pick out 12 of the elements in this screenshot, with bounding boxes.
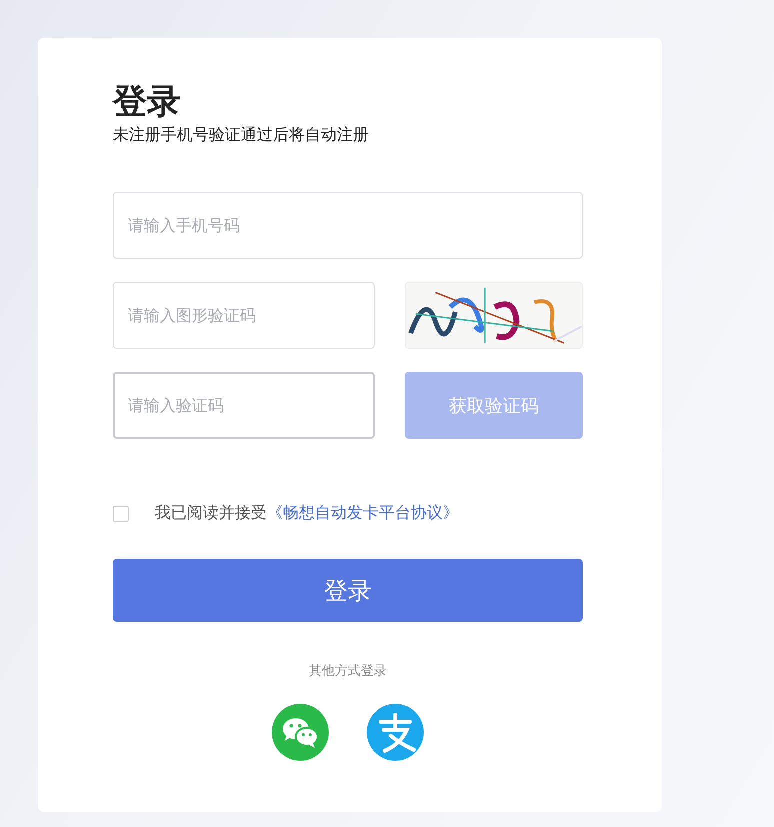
agreement-link[interactable]: 《畅想自动发卡平台协议》 [267, 503, 459, 522]
subtitle: 未注册手机号验证通过后将自动注册 [113, 124, 369, 146]
checkbox[interactable] [113, 506, 129, 522]
chat-bubbles-icon[interactable] [272, 704, 329, 761]
other-login-label: 其他方式登录 [309, 663, 387, 680]
agreement-text: 我已阅读并接受《畅想自动发卡平台协议》 [155, 503, 459, 524]
input-field[interactable]: 请输入图形验证码 [113, 282, 375, 349]
login-title: 登录 [113, 82, 181, 122]
input-field[interactable]: 请输入手机号码 [113, 192, 583, 259]
login-button[interactable]: 登录 [113, 559, 583, 622]
payment-icon[interactable] [367, 704, 424, 761]
input-field[interactable]: 请输入验证码 [113, 372, 375, 439]
